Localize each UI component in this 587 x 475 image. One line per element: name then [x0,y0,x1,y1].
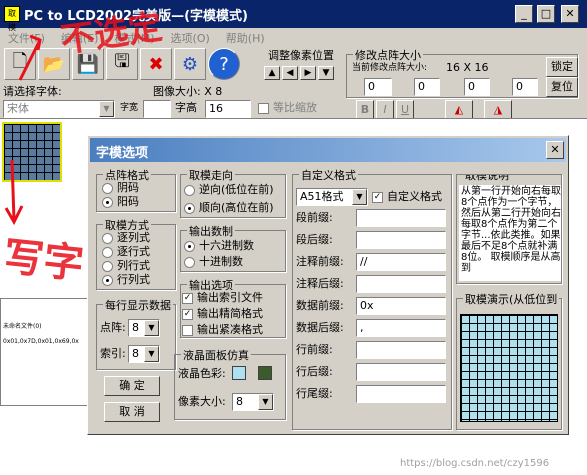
annotation-arrows [4,34,42,226]
annotation-side: 写字 [1,232,86,289]
watermark-text: https://blog.csdn.net/czy1596 [400,458,550,469]
